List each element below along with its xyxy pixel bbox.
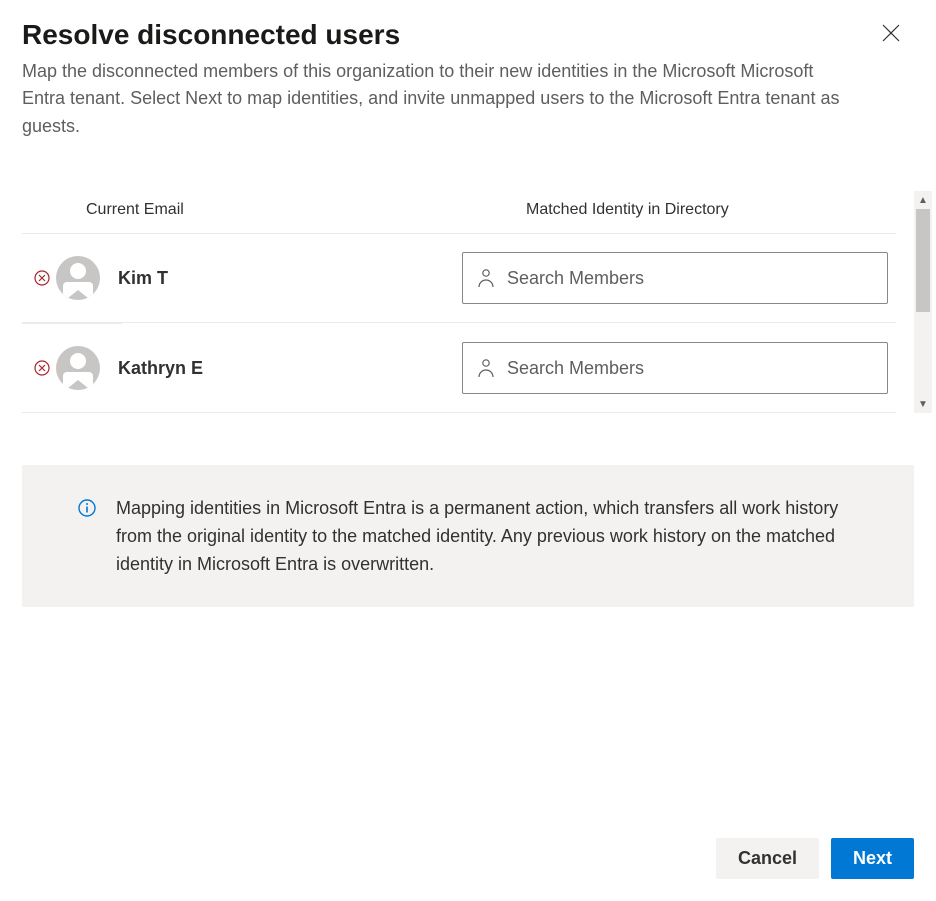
search-members-input[interactable] — [507, 358, 873, 379]
scrollbar[interactable]: ▲ ▼ — [914, 191, 932, 413]
search-members-field[interactable] — [462, 342, 888, 394]
info-icon — [50, 495, 96, 579]
col-current-email: Current Email — [86, 201, 526, 219]
close-button[interactable] — [882, 24, 900, 42]
next-button[interactable]: Next — [831, 838, 914, 879]
dialog-title: Resolve disconnected users — [22, 18, 914, 52]
scroll-down-icon[interactable]: ▼ — [914, 395, 932, 413]
error-icon — [22, 360, 56, 376]
person-icon — [477, 268, 495, 288]
scroll-up-icon[interactable]: ▲ — [914, 191, 932, 209]
info-panel: Mapping identities in Microsoft Entra is… — [22, 465, 914, 607]
close-icon — [882, 24, 900, 42]
user-name: Kathryn E — [106, 358, 462, 379]
user-name: Kim T — [106, 268, 462, 289]
avatar — [56, 256, 100, 300]
dialog-subtitle: Map the disconnected members of this org… — [22, 58, 852, 142]
user-row: Kim T — [22, 234, 896, 323]
col-matched-identity: Matched Identity in Directory — [526, 201, 896, 219]
cancel-button[interactable]: Cancel — [716, 838, 819, 879]
search-members-input[interactable] — [507, 268, 873, 289]
table-header: Current Email Matched Identity in Direct… — [22, 191, 896, 234]
avatar — [56, 346, 100, 390]
person-icon — [477, 358, 495, 378]
scrollbar-track[interactable] — [914, 209, 932, 395]
info-text: Mapping identities in Microsoft Entra is… — [116, 495, 876, 579]
error-icon — [22, 270, 56, 286]
user-row: Kathryn E — [22, 324, 896, 413]
scrollbar-thumb[interactable] — [916, 209, 930, 311]
search-members-field[interactable] — [462, 252, 888, 304]
